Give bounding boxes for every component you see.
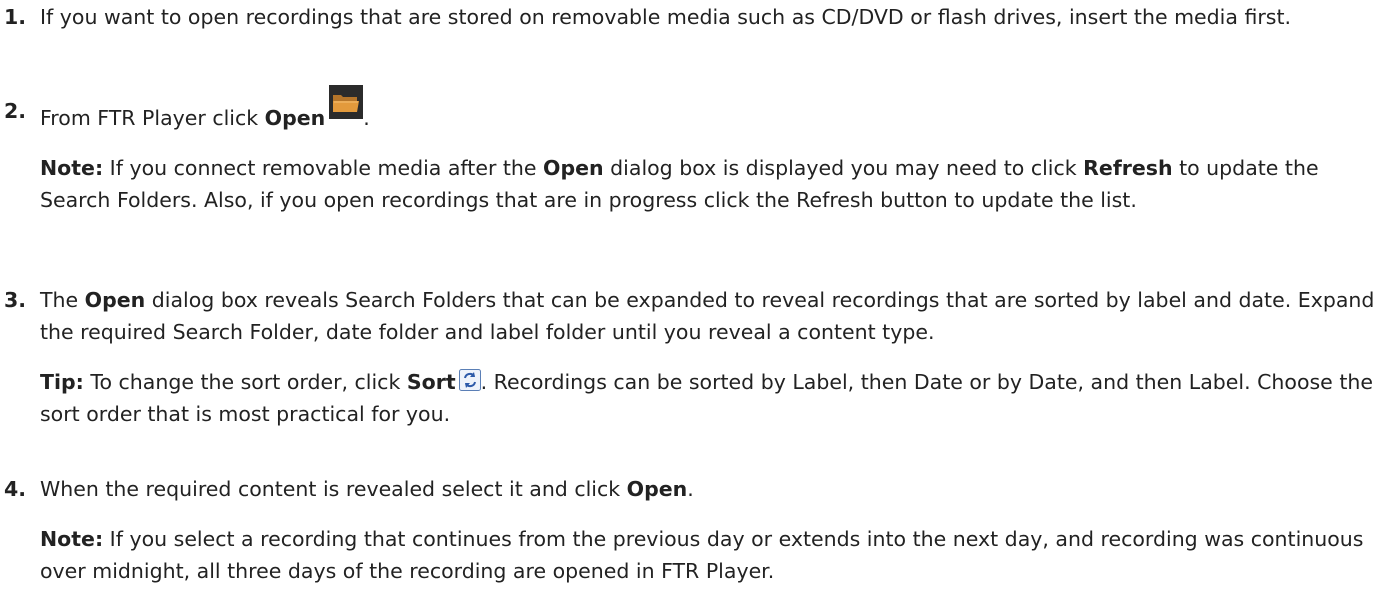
folder-open-icon	[329, 85, 364, 119]
step-2: 2. From FTR Player click Open . Note: If…	[0, 85, 1370, 216]
step-number: 4.	[4, 477, 27, 501]
refresh-label: Refresh	[1083, 156, 1173, 180]
step-4-text-after: .	[687, 477, 694, 501]
step-3-text-before: The	[40, 288, 85, 312]
step-3-tip: Tip: To change the sort order, click Sor…	[40, 366, 1374, 430]
open-label: Open	[626, 477, 688, 501]
step-1-text: If you want to open recordings that are …	[40, 5, 1292, 29]
step-4-text-before: When the required content is revealed se…	[40, 477, 627, 501]
step-text: From FTR Player click Open .	[40, 85, 1370, 134]
note-text: dialog box is displayed you may need to …	[603, 156, 1084, 180]
sort-refresh-icon	[458, 369, 481, 391]
note-text: If you connect removable media after the	[103, 156, 544, 180]
step-number: 3.	[4, 288, 27, 312]
open-label: Open	[264, 106, 326, 130]
note-label: Note:	[40, 156, 104, 180]
step-3: 3. The Open dialog box reveals Search Fo…	[0, 284, 1374, 430]
step-number: 2.	[4, 99, 27, 123]
step-text: The Open dialog box reveals Search Folde…	[40, 284, 1374, 348]
step-3-text-after: dialog box reveals Search Folders that c…	[40, 288, 1374, 344]
open-label: Open	[543, 156, 604, 180]
step-number: 1.	[4, 5, 27, 29]
step-text: When the required content is revealed se…	[40, 473, 1374, 505]
open-label: Open	[84, 288, 146, 312]
step-2-note: Note: If you connect removable media aft…	[40, 152, 1370, 216]
step-2-text-before: From FTR Player click	[40, 106, 265, 130]
tip-label: Tip:	[40, 370, 84, 394]
step-4: 4. When the required content is revealed…	[0, 473, 1374, 587]
note-text: If you select a recording that continues…	[40, 527, 1364, 583]
note-label: Note:	[40, 527, 104, 551]
sort-label: Sort	[406, 370, 456, 394]
step-1: 1. If you want to open recordings that a…	[0, 1, 1370, 33]
tip-text: To change the sort order, click	[83, 370, 407, 394]
step-2-text-after: .	[363, 106, 370, 130]
step-text: If you want to open recordings that are …	[40, 1, 1370, 33]
step-4-note: Note: If you select a recording that con…	[40, 523, 1374, 587]
